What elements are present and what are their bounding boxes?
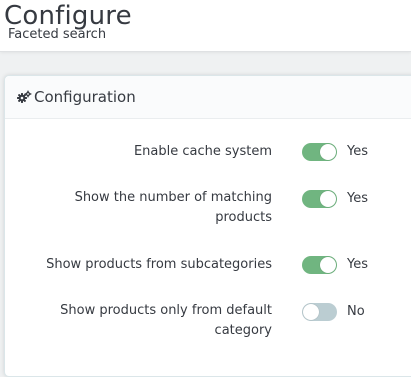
setting-label: Show products from subcategories — [46, 257, 272, 272]
page-subtitle: Faceted search — [8, 27, 107, 42]
toggle-knob — [303, 304, 319, 320]
toggle-knob — [320, 257, 336, 273]
panel-title: Configuration — [34, 88, 136, 106]
setting-label: Show products only from default category — [60, 303, 272, 338]
matching-products-toggle[interactable] — [302, 190, 337, 208]
page-header: Configure Faceted search — [0, 0, 411, 52]
cache-toggle[interactable] — [302, 143, 337, 161]
cogs-icon — [17, 90, 32, 103]
setting-state: Yes — [347, 191, 368, 206]
default-category-toggle[interactable] — [302, 303, 337, 321]
setting-state: Yes — [347, 144, 368, 159]
panel-heading: Configuration — [5, 76, 411, 119]
setting-state: No — [347, 304, 365, 319]
setting-label: Show the number of matching products — [74, 190, 272, 225]
toggle-knob — [320, 144, 336, 160]
toggle-knob — [320, 191, 336, 207]
subcategories-toggle[interactable] — [302, 256, 337, 274]
setting-label: Enable cache system — [133, 144, 272, 159]
setting-state: Yes — [347, 257, 368, 272]
